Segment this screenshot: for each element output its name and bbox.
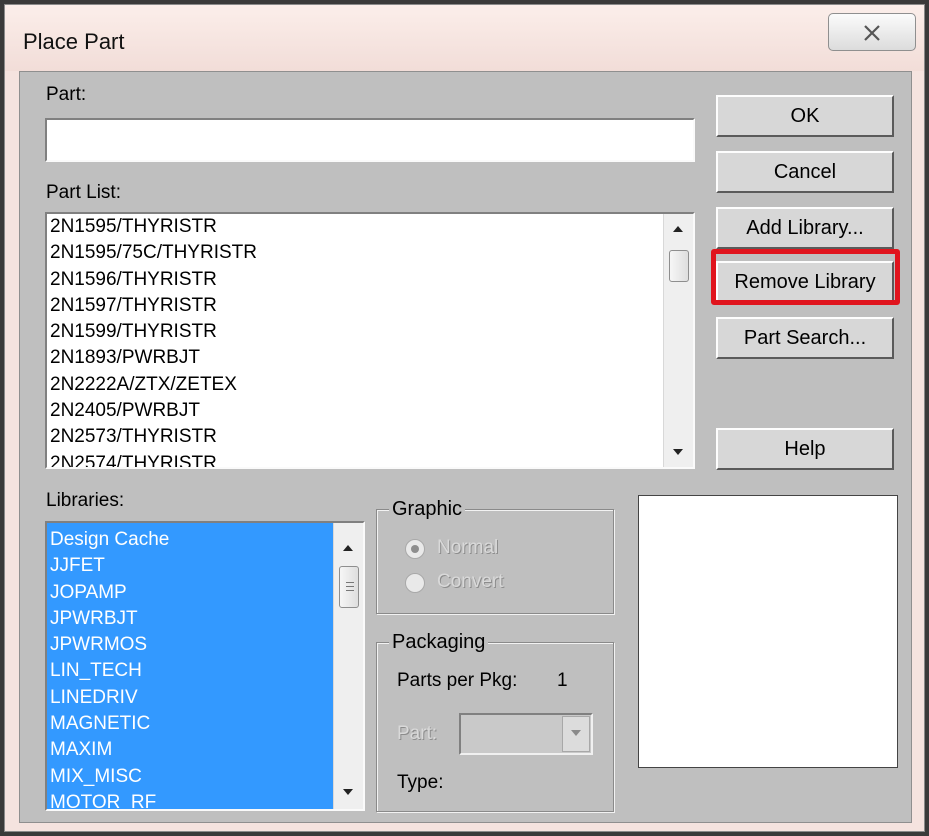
place-part-dialog: Place Part Part: Part List: 2N1595/THYRI… — [4, 4, 925, 832]
scroll-up-arrow-icon[interactable] — [673, 226, 683, 232]
type-label: Type: — [397, 772, 444, 793]
scroll-up-arrow-icon[interactable] — [343, 545, 353, 551]
scroll-down-arrow-icon[interactable] — [673, 449, 683, 455]
library-list-item[interactable]: MAGNETIC — [47, 711, 363, 737]
scroll-down-arrow-icon[interactable] — [343, 789, 353, 795]
ok-button[interactable]: OK — [716, 95, 894, 137]
library-list-item[interactable]: JOPAMP — [47, 580, 363, 606]
part-input[interactable] — [45, 118, 695, 162]
libraries-list-items: Design Cache JJFET JOPAMP JPWRBJT JPWRMOS LIN… — [47, 523, 363, 809]
library-list-item[interactable]: LIN_TECH — [47, 658, 363, 684]
close-button[interactable] — [828, 13, 916, 51]
pkg-part-label: Part: — [397, 723, 438, 744]
part-list-item[interactable]: 2N2222A/ZTX/ZETEX — [47, 372, 693, 398]
library-list-item[interactable]: Design Cache — [47, 527, 363, 553]
dropdown-button[interactable] — [562, 716, 590, 752]
library-list-item[interactable]: MOTOR_RF — [47, 790, 363, 809]
parts-per-pkg-value: 1 — [557, 670, 568, 691]
normal-radio[interactable] — [405, 539, 425, 559]
packaging-legend: Packaging — [389, 631, 489, 654]
part-list-item[interactable]: 2N1595/75C/THYRISTR — [47, 240, 693, 266]
part-preview — [638, 495, 898, 768]
scroll-thumb[interactable] — [339, 566, 359, 608]
graphic-group: Graphic Normal Convert — [376, 498, 614, 614]
cancel-button[interactable]: Cancel — [716, 151, 894, 193]
part-list-scrollbar[interactable] — [663, 214, 693, 467]
title-bar: Place Part — [5, 5, 924, 71]
library-list-item[interactable]: JPWRBJT — [47, 606, 363, 632]
libraries-label: Libraries: — [46, 490, 125, 511]
part-list-label: Part List: — [46, 182, 121, 203]
part-list-item[interactable]: 2N1596/THYRISTR — [47, 267, 693, 293]
library-list-item[interactable]: MAXIM — [47, 737, 363, 763]
part-list-item[interactable]: 2N1595/THYRISTR — [47, 214, 693, 240]
convert-radio[interactable] — [405, 573, 425, 593]
normal-radio-label: Normal — [437, 537, 499, 558]
libraries-scrollbar[interactable] — [333, 523, 363, 809]
help-button[interactable]: Help — [716, 428, 894, 470]
part-list-item[interactable]: 2N2574/THYRISTR — [47, 451, 693, 467]
library-list-item[interactable]: JJFET — [47, 553, 363, 579]
chevron-down-icon — [571, 730, 581, 736]
pkg-part-dropdown[interactable] — [459, 713, 593, 755]
close-x-icon — [864, 25, 880, 41]
part-list-item[interactable]: 2N1597/THYRISTR — [47, 293, 693, 319]
part-label: Part: — [46, 84, 87, 105]
part-list-item[interactable]: 2N1599/THYRISTR — [47, 319, 693, 345]
part-list-item[interactable]: 2N1893/PWRBJT — [47, 345, 693, 371]
library-list-item[interactable]: JPWRMOS — [47, 632, 363, 658]
library-list-item[interactable]: MIX_MISC — [47, 764, 363, 790]
convert-radio-label: Convert — [437, 571, 504, 592]
packaging-group: Packaging Parts per Pkg: 1 Part: Type: — [376, 631, 614, 812]
graphic-legend: Graphic — [389, 498, 466, 521]
library-list-item[interactable]: LINEDRIV — [47, 685, 363, 711]
parts-per-pkg-label: Parts per Pkg: — [397, 670, 518, 691]
add-library-button[interactable]: Add Library... — [716, 207, 894, 249]
part-list-item[interactable]: 2N2405/PWRBJT — [47, 398, 693, 424]
remove-library-highlight — [711, 249, 900, 305]
libraries-list[interactable]: Design Cache JJFET JOPAMP JPWRBJT JPWRMOS LIN… — [45, 521, 365, 811]
dialog-body: Part: Part List: 2N1595/THYRISTR 2N1595/7… — [19, 71, 912, 823]
part-search-button[interactable]: Part Search... — [716, 317, 894, 359]
part-list-item[interactable]: 2N2573/THYRISTR — [47, 424, 693, 450]
part-list-items: 2N1595/THYRISTR 2N1595/75C/THYRISTR 2N1596… — [47, 214, 693, 467]
scroll-thumb[interactable] — [669, 250, 689, 282]
dialog-title: Place Part — [23, 29, 125, 54]
part-list[interactable]: 2N1595/THYRISTR 2N1595/75C/THYRISTR 2N1596… — [45, 212, 695, 469]
